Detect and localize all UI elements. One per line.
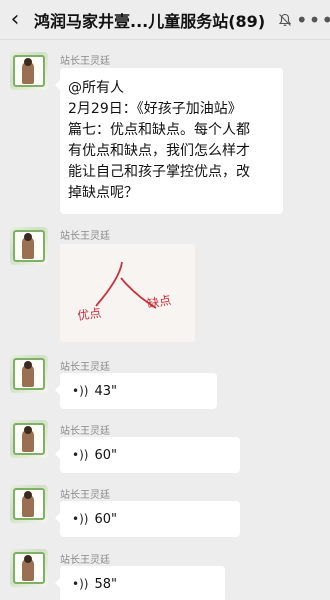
avatar[interactable] — [10, 420, 48, 458]
sender-name: 站长王灵廷 — [60, 362, 110, 373]
image-message[interactable]: 优点 缺点 — [60, 244, 195, 342]
chat-title: 鸿润马家井壹...儿童服务站(89) — [34, 11, 266, 31]
message-line: 篇七：优点和缺点。每个人都 — [68, 122, 250, 138]
voice-wave-icon: •)) — [72, 577, 89, 591]
voice-duration: 58" — [94, 576, 117, 592]
message-line: 能让自己和孩子掌控优点，改 — [68, 164, 250, 180]
voice-wave-icon: •)) — [72, 384, 89, 398]
chat-header: ‹ 鸿润马家井壹...儿童服务站(89) ••• — [0, 0, 330, 40]
chat-area[interactable]: 站长王灵廷 @所有人 2月29日：《好孩子加油站》 篇七：优点和缺点。每个人都 … — [0, 40, 330, 600]
back-chevron-icon[interactable]: ‹ — [0, 0, 30, 40]
avatar[interactable] — [10, 227, 48, 265]
message-line: 有优点和缺点，我们怎么样才 — [68, 143, 250, 159]
voice-duration: 60" — [94, 447, 117, 463]
voice-message[interactable]: •)) 60" — [55, 501, 240, 537]
sender-name: 站长王灵廷 — [60, 231, 110, 242]
avatar[interactable] — [10, 52, 48, 90]
voice-message[interactable]: •)) 60" — [55, 437, 240, 473]
sender-name: 站长王灵廷 — [60, 426, 110, 437]
voice-wave-icon: •)) — [72, 448, 89, 462]
message-line: @所有人 — [68, 80, 124, 96]
voice-message[interactable]: •)) 43" — [55, 373, 217, 409]
avatar[interactable] — [10, 485, 48, 523]
sender-name: 站长王灵廷 — [60, 555, 110, 566]
avatar[interactable] — [10, 355, 48, 393]
voice-duration: 60" — [94, 511, 117, 527]
avatar[interactable] — [10, 549, 48, 587]
voice-wave-icon: •)) — [72, 512, 89, 526]
sender-name: 站长王灵廷 — [60, 56, 110, 67]
message-line: 2月29日：《好孩子加油站》 — [68, 101, 242, 117]
image-content: 优点 缺点 — [60, 244, 195, 342]
more-dots-icon[interactable]: ••• — [296, 0, 330, 40]
sender-name: 站长王灵廷 — [60, 490, 110, 501]
text-message[interactable]: @所有人 2月29日：《好孩子加油站》 篇七：优点和缺点。每个人都 有优点和缺点… — [55, 68, 283, 214]
voice-duration: 43" — [94, 383, 117, 399]
voice-message[interactable]: •)) 58" — [55, 566, 225, 600]
message-line: 掉缺点呢？ — [68, 185, 138, 201]
